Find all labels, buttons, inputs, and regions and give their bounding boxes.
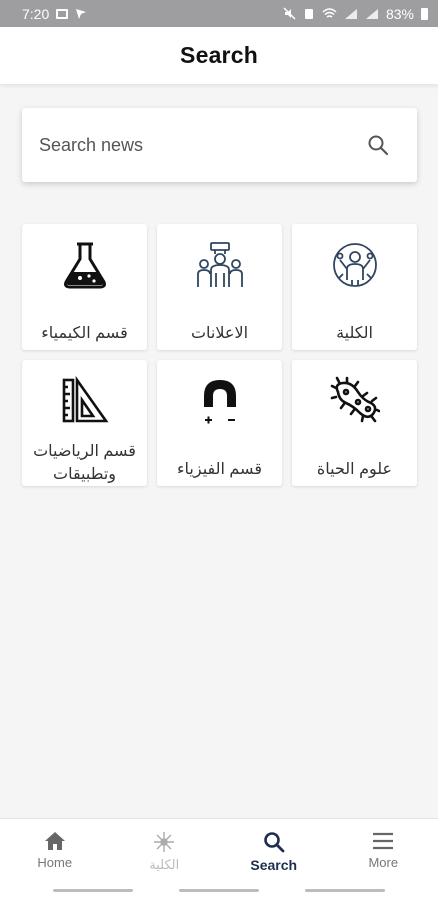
bacteria-icon	[329, 375, 381, 427]
battery-icon	[421, 7, 428, 20]
nav-label: الكلية	[149, 857, 180, 872]
category-card-math[interactable]: قسم الرياضيات وتطبيقات	[22, 360, 147, 486]
atom-icon	[154, 832, 175, 852]
send-icon	[76, 8, 87, 19]
category-grid: قسم الكيمياء الاعلانات الكلية قسم الرياض…	[22, 224, 417, 486]
signal-icon	[344, 8, 357, 19]
gesture-handle[interactable]	[305, 888, 385, 892]
alarm-icon	[304, 9, 313, 19]
page-title: Search	[180, 42, 258, 68]
home-icon	[44, 832, 65, 850]
bottom-nav: Home الكلية Search More	[0, 818, 438, 880]
category-label: الكلية	[336, 325, 373, 342]
app-header: Search	[0, 27, 438, 84]
nav-label: Home	[37, 855, 73, 870]
gesture-handle[interactable]	[179, 888, 259, 892]
nav-item-college[interactable]: الكلية	[110, 819, 220, 880]
menu-icon	[373, 832, 394, 850]
battery-percent: 83%	[385, 5, 414, 22]
search-bar[interactable]	[22, 108, 417, 182]
nav-item-more[interactable]: More	[329, 819, 438, 880]
category-label: قسم الكيمياء	[41, 325, 128, 342]
magnet-icon	[194, 375, 246, 427]
nav-item-search[interactable]: Search	[219, 819, 329, 880]
nav-label: More	[368, 855, 399, 870]
category-card-chemistry[interactable]: قسم الكيمياء	[22, 224, 147, 350]
nav-item-home[interactable]: Home	[0, 819, 110, 880]
system-gesture-bar	[0, 880, 438, 900]
scientist-icon	[329, 239, 381, 291]
status-time: 7:20	[22, 5, 50, 22]
status-bar: 7:20 83%	[0, 0, 438, 27]
gesture-handle[interactable]	[53, 888, 133, 892]
category-card-college[interactable]: الكلية	[292, 224, 417, 350]
category-card-life-sciences[interactable]: علوم الحياة	[292, 360, 417, 486]
nav-label: Search	[250, 857, 298, 873]
search-input[interactable]	[39, 134, 339, 156]
gallery-icon	[56, 8, 69, 19]
megaphone-crowd-icon	[194, 239, 246, 291]
mute-icon	[283, 7, 296, 20]
ruler-triangle-icon	[59, 375, 111, 425]
flask-icon	[59, 239, 111, 291]
wifi-icon	[322, 7, 337, 18]
category-label: الاعلانات	[190, 325, 249, 342]
search-icon	[263, 832, 285, 853]
category-label: علوم الحياة	[316, 461, 393, 478]
search-icon[interactable]	[367, 134, 389, 156]
category-card-physics[interactable]: قسم الفيزياء	[157, 360, 282, 486]
category-label: قسم الرياضيات وتطبيقات	[33, 443, 136, 483]
category-label: قسم الفيزياء	[177, 461, 262, 478]
category-card-announcements[interactable]: الاعلانات	[157, 224, 282, 350]
signal-icon	[365, 8, 378, 19]
